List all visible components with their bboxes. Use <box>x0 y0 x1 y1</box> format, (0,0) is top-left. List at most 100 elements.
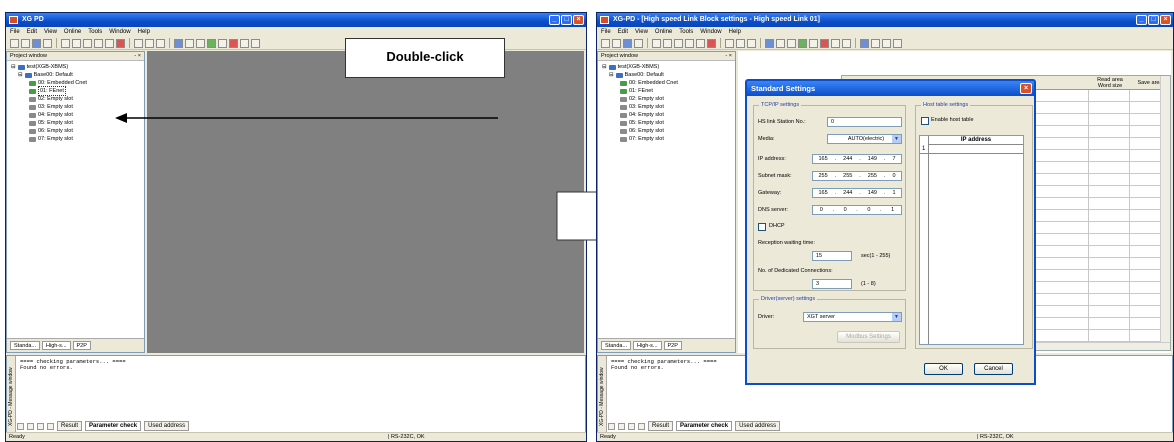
slot-icon <box>620 96 627 102</box>
menu-help[interactable]: Help <box>729 27 741 37</box>
delete-icon[interactable] <box>707 38 716 48</box>
menu-window[interactable]: Window <box>700 27 721 37</box>
slot-icon <box>620 128 627 134</box>
driver-select[interactable]: XGT server ▼ <box>803 312 902 322</box>
system-icon[interactable] <box>831 38 840 48</box>
subnet-mask-input[interactable]: 255. 255. 255. 0 <box>812 171 902 181</box>
pointer-arrowhead <box>115 113 127 123</box>
tree-node-slot-01[interactable]: 01: FEnet <box>600 87 735 95</box>
project-window-header: Project window - × <box>598 52 735 61</box>
project-window: Project window - × ⊟ test(XGB-XBMS) ⊟ Base… <box>597 51 736 353</box>
plc-icon <box>608 64 616 70</box>
copy-icon[interactable] <box>685 38 694 48</box>
title-bar[interactable]: XG-PD - [High speed Link Block settings … <box>597 13 1173 27</box>
tab-parameter-check[interactable]: Parameter check <box>676 421 733 431</box>
first-tab-icon[interactable] <box>608 422 615 430</box>
link-enable-icon[interactable] <box>798 38 807 48</box>
zoom-out-icon[interactable] <box>747 38 756 48</box>
block-add-icon[interactable] <box>860 38 869 48</box>
connect-icon[interactable] <box>765 38 774 48</box>
standard-settings-dialog: Standard Settings × TCP/IP settings HS l… <box>745 79 1036 385</box>
window-title: XG-PD - [High speed Link Block settings … <box>613 16 820 23</box>
tree-node-slot-07[interactable]: 07: Empty slot <box>600 135 735 143</box>
tree-node-slot-03[interactable]: 03: Empty slot <box>600 103 735 111</box>
chevron-down-icon[interactable]: ▼ <box>892 313 901 321</box>
close-button[interactable]: × <box>1160 15 1171 25</box>
network-icon <box>620 80 627 86</box>
info-icon[interactable] <box>842 38 851 48</box>
prev-tab-icon[interactable] <box>618 422 625 430</box>
tree-node-slot-00[interactable]: 00: Embedded Cnet <box>600 79 735 87</box>
dialog-title: Standard Settings <box>751 84 816 93</box>
menu-online[interactable]: Online <box>655 27 672 37</box>
col-read-area: Read area Word size <box>1097 77 1123 89</box>
save-icon[interactable] <box>623 38 632 48</box>
cancel-button[interactable]: Cancel <box>974 363 1013 375</box>
ip-address-label: IP address: <box>758 156 786 162</box>
next-tab-icon[interactable] <box>628 422 635 430</box>
menu-edit[interactable]: Edit <box>618 27 628 37</box>
zoom-in-icon[interactable] <box>736 38 745 48</box>
tree-node-slot-05[interactable]: 05: Empty slot <box>600 119 735 127</box>
enable-host-table-checkbox[interactable] <box>921 117 929 125</box>
reception-time-range: sec(1 - 255) <box>861 253 891 259</box>
gateway-label: Gateway: <box>758 190 782 196</box>
block-list-icon[interactable] <box>882 38 891 48</box>
tab-standard[interactable]: Standa... <box>601 341 632 350</box>
tree-node-project[interactable]: ⊟ test(XGB-XBMS) <box>600 63 735 71</box>
tab-result[interactable]: Result <box>648 421 674 431</box>
last-tab-icon[interactable] <box>638 422 645 430</box>
status-bar: Ready | RS-232C, OK <box>597 432 1173 441</box>
vertical-scrollbar[interactable] <box>1160 76 1170 342</box>
block-settings-icon[interactable] <box>893 38 902 48</box>
ip-address-input[interactable]: 165. 244. 149. 7 <box>812 154 902 164</box>
media-select[interactable]: AUTO(electric) ▼ <box>827 134 902 144</box>
dedicated-connections-range: (1 - 8) <box>861 281 876 287</box>
close-icon[interactable]: - × <box>725 52 732 61</box>
menu-tools[interactable]: Tools <box>679 27 693 37</box>
chevron-down-icon[interactable]: ▼ <box>892 135 901 143</box>
tcpip-settings-group: TCP/IP settings <box>753 101 906 291</box>
minimize-button[interactable]: _ <box>1136 15 1147 25</box>
host-ip-table: IP address 1 <box>919 135 1024 345</box>
print-icon[interactable] <box>634 38 643 48</box>
open-folder-icon[interactable] <box>612 38 621 48</box>
dedicated-connections-input[interactable]: 3 <box>812 279 852 289</box>
monitor-icon[interactable] <box>809 38 818 48</box>
driver-label: Driver: <box>758 314 775 320</box>
diagnosis-icon[interactable] <box>820 38 829 48</box>
undo-icon[interactable] <box>652 38 661 48</box>
menu-file[interactable]: File <box>601 27 611 37</box>
tab-p2p[interactable]: P2P <box>663 341 682 350</box>
host-table-row[interactable]: 1 <box>920 145 1023 154</box>
tree-node-slot-02[interactable]: 02: Empty slot <box>600 95 735 103</box>
menu-view[interactable]: View <box>635 27 648 37</box>
dialog-title-bar[interactable]: Standard Settings × <box>747 81 1034 96</box>
block-view-icon[interactable] <box>871 38 880 48</box>
redo-icon[interactable] <box>663 38 672 48</box>
project-tree: ⊟ test(XGB-XBMS) ⊟ Base00: Default 00: Emb… <box>598 61 735 143</box>
tree-node-base[interactable]: ⊟ Base00: Default <box>600 71 735 79</box>
ok-button[interactable]: OK <box>924 363 963 375</box>
tab-high-speed[interactable]: High-s... <box>633 341 662 350</box>
dhcp-checkbox[interactable] <box>758 223 766 231</box>
toolbar <box>597 37 1173 50</box>
gateway-input[interactable]: 165. 244. 149. 1 <box>812 188 902 198</box>
reception-time-input[interactable]: 15 <box>812 251 852 261</box>
hs-station-input[interactable]: 0 <box>827 117 902 127</box>
write-icon[interactable] <box>787 38 796 48</box>
close-icon[interactable]: × <box>1020 83 1032 94</box>
tree-node-slot-06[interactable]: 06: Empty slot <box>600 127 735 135</box>
slot-icon <box>620 112 627 118</box>
cut-icon[interactable] <box>674 38 683 48</box>
zoom-icon[interactable] <box>725 38 734 48</box>
slot-icon <box>620 120 627 126</box>
read-icon[interactable] <box>776 38 785 48</box>
tree-node-slot-04[interactable]: 04: Empty slot <box>600 111 735 119</box>
new-file-icon[interactable] <box>601 38 610 48</box>
modbus-settings-button[interactable]: Modbus Settings <box>837 331 900 343</box>
maximize-button[interactable]: □ <box>1148 15 1159 25</box>
dns-server-input[interactable]: 0.0.0.1 <box>812 205 902 215</box>
paste-icon[interactable] <box>696 38 705 48</box>
tab-used-address[interactable]: Used address <box>735 421 781 431</box>
